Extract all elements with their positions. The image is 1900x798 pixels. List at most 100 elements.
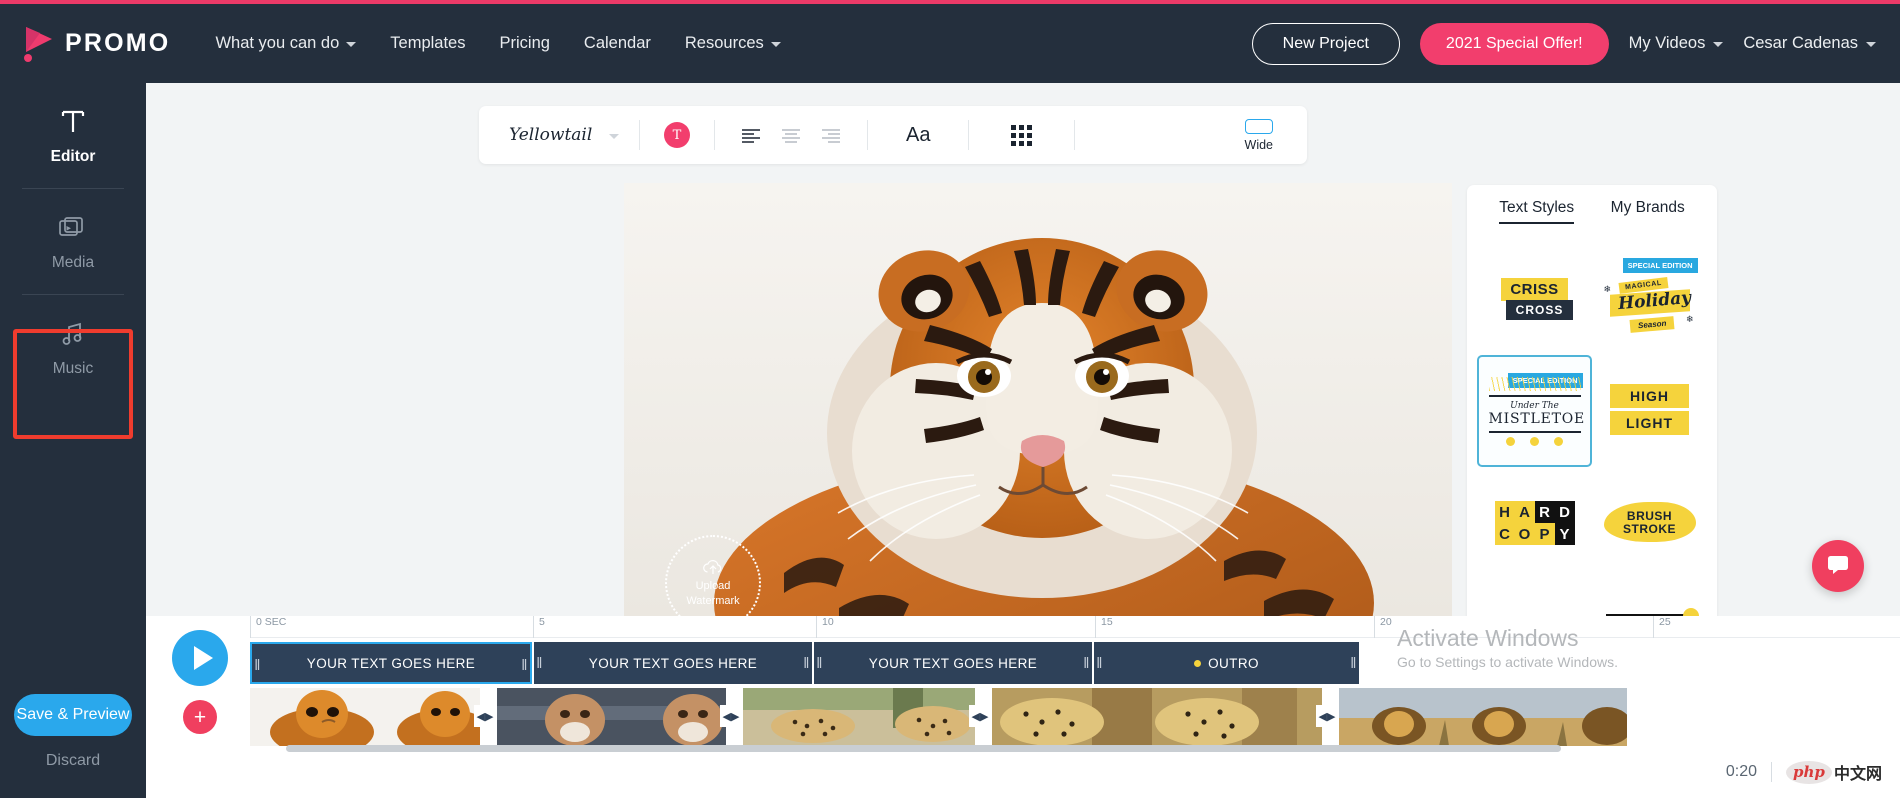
timeline-scrollbar-thumb[interactable]	[286, 745, 1561, 752]
sidebar-item-label: Editor	[50, 148, 96, 165]
text-clip[interactable]: ‖ YOUR TEXT GOES HERE ‖	[814, 642, 1092, 684]
style-option-brush-stroke[interactable]: BRUSH STROKE	[1592, 467, 1707, 579]
transition-icon[interactable]: ◀▶	[720, 705, 742, 727]
align-center-icon[interactable]	[781, 128, 801, 143]
text-clip[interactable]: ‖ YOUR TEXT GOES HERE ‖	[250, 642, 532, 684]
account-menu[interactable]: Cesar Cadenas	[1743, 34, 1876, 53]
special-offer-button[interactable]: 2021 Special Offer!	[1419, 22, 1609, 65]
style-option-criss-cross[interactable]: CRISS CROSS	[1477, 243, 1592, 355]
filmstrip-shot-lion[interactable]	[1339, 688, 1627, 746]
text-format-toolbar: Yellowtail T Aa Wide	[479, 106, 1307, 164]
transition-icon[interactable]: ◀▶	[1316, 705, 1338, 727]
ruler-tick: 0 SEC	[250, 616, 286, 638]
clip-handle-right[interactable]: ‖	[801, 642, 812, 684]
filmstrip-shot-leopard[interactable]	[992, 688, 1322, 746]
nav-label: Pricing	[499, 34, 550, 52]
filmstrip-shot-cheetah[interactable]	[743, 688, 975, 746]
ornaments-decoration	[1489, 436, 1581, 446]
editor-surface: Yellowtail T Aa Wide Upload Watermark Te…	[146, 83, 1900, 705]
style-sub-text: Season	[1629, 316, 1675, 333]
align-right-icon[interactable]	[821, 128, 841, 143]
style-option-high-light[interactable]: HIGH LIGHT	[1592, 355, 1707, 467]
clip-handle-right[interactable]: ‖	[1348, 642, 1359, 684]
clip-handle-left[interactable]: ‖	[252, 644, 263, 686]
text-tool-icon	[60, 105, 86, 137]
divider-rule	[1488, 430, 1581, 433]
new-project-button[interactable]: New Project	[1251, 22, 1400, 65]
filmstrip-shot-cougar[interactable]	[497, 688, 726, 746]
timeline-controls: +	[164, 630, 248, 734]
nav-item-pricing[interactable]: Pricing	[499, 34, 549, 53]
mistletoe-thumbnail: SPECIAL EDITION Under The MISTLETOE	[1488, 372, 1586, 446]
clip-handle-left[interactable]: ‖	[814, 642, 825, 684]
style-option-under-the-mistletoe[interactable]: SPECIAL EDITION Under The MISTLETOE	[1477, 355, 1592, 467]
style-option-magical-holiday[interactable]: ❄ ❄ SPECIAL EDITION MAGICAL Holiday Seas…	[1592, 243, 1707, 355]
aspect-ratio-wide-button[interactable]: Wide	[1245, 118, 1273, 152]
brand-name: PROMO	[65, 29, 171, 57]
align-left-icon[interactable]	[741, 128, 761, 143]
my-videos-menu[interactable]: My Videos	[1629, 34, 1724, 53]
font-family-select[interactable]: Yellowtail	[479, 125, 639, 145]
video-preview-canvas[interactable]: Upload Watermark	[624, 183, 1452, 649]
filmstrip-shot-tiger[interactable]	[250, 688, 480, 746]
outro-clip[interactable]: ‖ OUTRO ‖	[1094, 642, 1359, 684]
php-cn-text: 中文网	[1833, 766, 1882, 783]
timeline-scrollbar[interactable]	[250, 745, 1872, 752]
criss-cross-thumbnail: CRISS CROSS	[1477, 278, 1592, 320]
nav-item-resources[interactable]: Resources	[685, 34, 781, 53]
clip-handle-right[interactable]: ‖	[1081, 642, 1092, 684]
play-button[interactable]	[172, 630, 228, 686]
nav-item-what-you-can-do[interactable]: What you can do	[215, 34, 357, 53]
php-watermark-logo: php 中文网	[1785, 760, 1882, 784]
nav-label: Calendar	[583, 34, 651, 52]
ruler-tick: 25	[1653, 616, 1671, 638]
text-color-button[interactable]: T	[640, 122, 714, 148]
transition-icon[interactable]: ◀▶	[474, 705, 496, 727]
magical-holiday-thumbnail: ❄ ❄ SPECIAL EDITION MAGICAL Holiday Seas…	[1602, 258, 1698, 340]
chevron-down-icon	[770, 42, 781, 47]
tab-text-styles[interactable]: Text Styles	[1499, 199, 1574, 224]
add-scene-button[interactable]: +	[183, 700, 217, 734]
style-main-text: MISTLETOE	[1488, 410, 1586, 427]
nav-item-calendar[interactable]: Calendar	[584, 34, 651, 53]
brand-logo[interactable]: PROMO	[22, 25, 170, 63]
rail-footer-actions: Save & Preview Discard	[0, 694, 146, 798]
upload-watermark-line1: Upload	[695, 579, 731, 592]
filmstrip-row: ◀▶ ◀▶ ◀▶ ◀▶ ‖	[250, 688, 1900, 746]
music-note-icon	[60, 317, 86, 349]
color-swatch: T	[664, 122, 690, 148]
style-badge: SPECIAL EDITION	[1622, 258, 1698, 273]
timecode-display: 0:20	[1725, 763, 1757, 780]
my-videos-label: My Videos	[1628, 34, 1706, 52]
footer-divider	[1770, 762, 1772, 782]
timeline-footer: 0:20 php 中文网	[1726, 760, 1882, 784]
clip-handle-right[interactable]: ‖	[519, 644, 530, 686]
save-and-preview-button[interactable]: Save & Preview	[14, 694, 132, 736]
nav-item-templates[interactable]: Templates	[390, 34, 465, 53]
chat-support-button[interactable]	[1812, 540, 1864, 592]
activate-windows-subtitle: Go to Settings to activate Windows.	[1397, 654, 1618, 670]
sidebar-item-music[interactable]: Music	[0, 295, 146, 400]
layout-grid-button[interactable]	[969, 124, 1074, 146]
clip-handle-left[interactable]: ‖	[534, 642, 545, 684]
divider-rule	[1488, 394, 1581, 397]
upload-watermark-line2: Watermark	[686, 594, 740, 607]
clip-handle-left[interactable]: ‖	[1094, 642, 1105, 684]
sidebar-item-editor[interactable]: Editor	[0, 83, 146, 188]
sidebar-item-media[interactable]: Media	[0, 189, 146, 294]
clip-label: OUTRO	[1208, 655, 1259, 671]
tab-my-brands[interactable]: My Brands	[1611, 199, 1685, 224]
filmstrip-edge-handle[interactable]: ‖	[1627, 688, 1637, 746]
style-small-text: Under The	[1510, 400, 1559, 411]
text-case-button[interactable]: Aa	[868, 124, 968, 147]
nav-label: Resources	[684, 34, 764, 52]
brush-text: BRUSH STROKE	[1623, 510, 1676, 536]
style-line-2: STROKE	[1622, 522, 1676, 536]
transition-icon[interactable]: ◀▶	[969, 705, 991, 727]
style-option-hard-copy[interactable]: HARD COPY	[1477, 467, 1592, 579]
text-clip[interactable]: ‖ YOUR TEXT GOES HERE ‖	[534, 642, 812, 684]
timeline-track-area: 0 SEC 5 10 15 20 25 ‖ YOUR TEXT GOES HER…	[250, 616, 1900, 798]
style-line-1: CRISS	[1501, 278, 1568, 301]
discard-button[interactable]: Discard	[46, 752, 100, 770]
style-line-2: LIGHT	[1610, 411, 1689, 435]
